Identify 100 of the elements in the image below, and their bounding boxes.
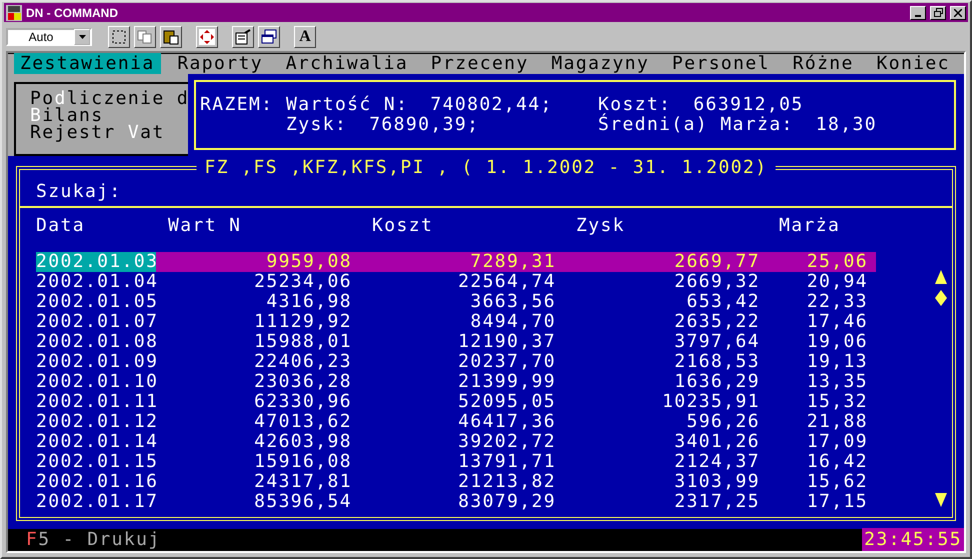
table-cell-text: 52095,05 [457, 392, 557, 412]
table-cell-text: 16,42 [806, 452, 869, 472]
table-cell: 9959,08 [156, 252, 360, 272]
mark-button[interactable] [108, 26, 130, 48]
table-cell-text: 25234,06 [253, 272, 353, 292]
table-cell-text: 85396,54 [253, 492, 353, 512]
caret-icon [78, 35, 86, 39]
submenu-item[interactable]: Bilans [30, 107, 188, 124]
table-cell-text: 42603,98 [253, 432, 353, 452]
panel-title: FZ ,FS ,KFZ,KFS,PI , ( 1. 1.2002 - 31. 1.2002) [196, 158, 776, 178]
menu-item[interactable]: Przeceny [424, 53, 535, 75]
table-cell: 2002.01.17 [36, 492, 156, 512]
table-cell-text: 23036,28 [253, 372, 353, 392]
background-button[interactable] [258, 26, 280, 48]
column-header: Data [36, 215, 85, 236]
table-cell-text: 12190,37 [457, 332, 557, 352]
table-cell: 2002.01.08 [36, 332, 156, 352]
restore-icon [934, 8, 942, 17]
copy-button[interactable] [134, 26, 156, 48]
menu-item[interactable]: Raporty [171, 53, 269, 75]
table-cell-text: 2635,22 [673, 312, 761, 332]
table-cell-text: 21399,99 [457, 372, 557, 392]
summary-value: 740802,44; [430, 95, 553, 115]
close-button[interactable] [950, 6, 966, 20]
table-cell-text: 3797,64 [673, 332, 761, 352]
table-cell-text: 17,46 [806, 312, 869, 332]
scroll-up-icon[interactable] [935, 270, 947, 284]
dashed-square-icon [112, 30, 126, 44]
windows-icon [261, 29, 277, 45]
table-cell-text: 3103,99 [673, 472, 761, 492]
table-cell-text: 15,62 [806, 472, 869, 492]
summary-field-label: Wartość N: [286, 95, 408, 115]
table-cell: 2002.01.03 [36, 252, 156, 272]
column-header: Koszt [372, 215, 434, 236]
summary-value: 18,30 [816, 115, 877, 135]
properties-button[interactable] [232, 26, 254, 48]
table-cell-text: 1636,29 [673, 372, 761, 392]
summary-label: RAZEM: [200, 95, 274, 115]
submenu-item[interactable]: Rejestr Vat [30, 124, 188, 141]
table-cell-text: 15988,01 [253, 332, 353, 352]
table-cell-text: 47013,62 [253, 412, 353, 432]
menu-item[interactable]: Magazyny [545, 53, 656, 75]
menu-item[interactable]: Koniec [870, 53, 956, 75]
font-size-select[interactable]: Auto [6, 28, 92, 46]
table-cell-text: 83079,29 [457, 492, 557, 512]
table-cell: 2669,77 [564, 252, 768, 272]
table-cell-text: 21,88 [806, 412, 869, 432]
table-cell-text: 22406,23 [253, 352, 353, 372]
table-cell-text: 4316,98 [265, 292, 353, 312]
window-title: DN - COMMAND [26, 6, 119, 20]
table-cell-text: 22564,74 [457, 272, 557, 292]
minimize-icon [915, 14, 921, 16]
summary-field-label: Zysk: [286, 115, 348, 135]
font-button[interactable]: A [294, 26, 316, 48]
summary-field-label: Średni(a) Marża: [598, 115, 794, 135]
table-cell-text: 20,94 [806, 272, 869, 292]
document-icon [235, 29, 251, 45]
table-cell-text: 62330,96 [253, 392, 353, 412]
table-cell-text: 21213,82 [457, 472, 557, 492]
table-cell: 2002.01.12 [36, 412, 156, 432]
menu-item[interactable]: Zestawienia [14, 53, 161, 75]
table-cell-text: 3663,56 [469, 292, 557, 312]
minimize-button[interactable] [910, 6, 926, 20]
table-cell-text: 17,15 [806, 492, 869, 512]
table-cell-text: 19,13 [806, 352, 869, 372]
table-cell-text: 2168,53 [673, 352, 761, 372]
app-icon [6, 4, 22, 20]
table-cell-text: 653,42 [686, 292, 761, 312]
clock: 23:45:55 [862, 528, 964, 551]
table-cell: 2002.01.10 [36, 372, 156, 392]
column-header: Zysk [576, 215, 625, 236]
status-text: 5 - Drukuj [38, 530, 162, 550]
menu-item[interactable]: Archiwalia [280, 53, 414, 75]
menu-item[interactable]: Personel [666, 53, 776, 75]
table-cell: 2002.01.14 [36, 432, 156, 452]
hotkey-label: F [25, 530, 38, 550]
restore-button[interactable] [930, 6, 946, 20]
table-cell-text: 20237,70 [457, 352, 557, 372]
menu-item[interactable]: Różne [786, 53, 860, 75]
table-cell-text: 13791,71 [457, 452, 557, 472]
table-cell: 2002.01.16 [36, 472, 156, 492]
table-cell-text: 8494,70 [469, 312, 557, 332]
table-cell-text: 15916,08 [253, 452, 353, 472]
scroll-down-icon[interactable] [935, 493, 947, 507]
table-cell-text: 2317,25 [673, 492, 761, 512]
table-cell-text: 2124,37 [673, 452, 761, 472]
table-cell: 2002.01.09 [36, 352, 156, 372]
table-cell: 2002.01.05 [36, 292, 156, 312]
table-cell-text: 17,09 [806, 432, 869, 452]
table-cell: 2002.01.07 [36, 312, 156, 332]
table-cell-text: 2669,32 [673, 272, 761, 292]
paste-button[interactable] [160, 26, 182, 48]
table-cell-text: 15,32 [806, 392, 869, 412]
fullscreen-button[interactable] [196, 26, 218, 48]
submenu-item[interactable]: Pod liczenie d [30, 90, 188, 107]
column-header: Marża [779, 215, 840, 236]
table-cell-text: 39202,72 [457, 432, 557, 452]
table-cell-text: 46417,36 [457, 412, 557, 432]
table-cell: 7289,31 [360, 252, 564, 272]
summary-value: 663912,05 [693, 95, 804, 115]
